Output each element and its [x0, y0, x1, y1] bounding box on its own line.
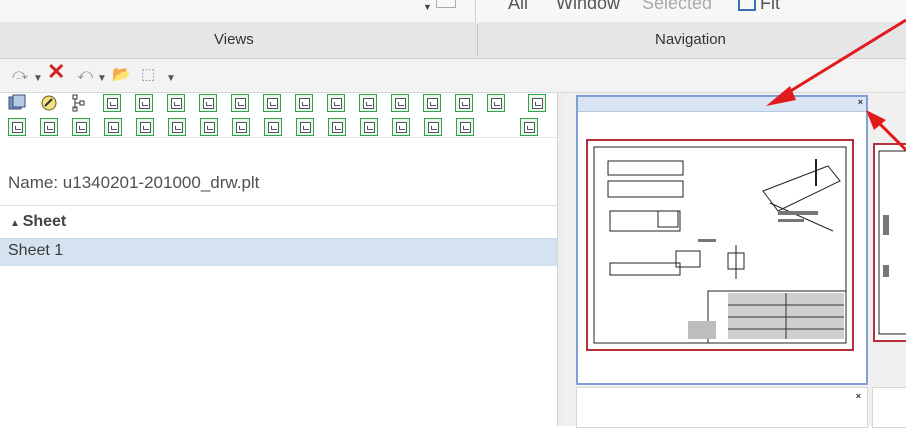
- page-view-icon[interactable]: [327, 94, 345, 112]
- page-view-icon[interactable]: [40, 118, 58, 136]
- page-view-icon[interactable]: [520, 118, 538, 136]
- page-view-icon[interactable]: [423, 94, 441, 112]
- page-view-icon[interactable]: [8, 118, 26, 136]
- tab-views[interactable]: Views: [214, 31, 254, 48]
- page-view-icon[interactable]: [296, 118, 314, 136]
- page-view-icon[interactable]: [168, 118, 186, 136]
- collapse-triangle-icon: ▲: [10, 218, 23, 229]
- page-view-icon[interactable]: [528, 94, 546, 112]
- redo-dropdown-icon[interactable]: ▼: [33, 69, 43, 89]
- page-view-icon[interactable]: [456, 118, 474, 136]
- more-dropdown-icon[interactable]: ▼: [166, 69, 176, 89]
- zoom-selected-button[interactable]: Selected: [642, 0, 712, 14]
- redo-icon[interactable]: ⤼: [12, 65, 28, 85]
- page-view-icon[interactable]: [232, 118, 250, 136]
- fit-icon: [738, 0, 756, 11]
- navigation-thumbnail-4[interactable]: [872, 387, 906, 428]
- page-view-icon[interactable]: [167, 94, 185, 112]
- page-view-icon[interactable]: [104, 118, 122, 136]
- page-view-icon[interactable]: [263, 94, 281, 112]
- select-icon[interactable]: ⬚: [141, 65, 155, 85]
- view-ribbon-strip: ▼ All Window Selected Fit: [0, 0, 906, 23]
- sheet-header-label: Sheet: [22, 213, 67, 230]
- page-view-icon[interactable]: [72, 118, 90, 136]
- sheet-item-label: Sheet 1: [8, 242, 64, 259]
- drawing-preview-graphic-2: [878, 150, 906, 335]
- page-view-icon[interactable]: [391, 94, 409, 112]
- navigation-thumbnail-active[interactable]: ×: [576, 95, 868, 385]
- view-name-label: Name: u1340201-201000_drw.plt: [8, 173, 260, 192]
- undo-dropdown-icon[interactable]: ▼: [97, 69, 107, 89]
- ribbon-divider: [475, 0, 476, 22]
- navigation-panel: × ×: [564, 93, 906, 428]
- list-item-sheet-1[interactable]: Sheet 1: [0, 238, 557, 266]
- page-view-icon[interactable]: [487, 94, 505, 112]
- page-view-icon[interactable]: [295, 94, 313, 112]
- icon-grid-divider: [8, 137, 557, 138]
- zoom-all-button[interactable]: All: [508, 0, 528, 14]
- page-view-icon[interactable]: [135, 94, 153, 112]
- tab-navigation[interactable]: Navigation: [655, 31, 726, 48]
- tree-view-icon[interactable]: [71, 94, 89, 112]
- page-view-icon[interactable]: [103, 94, 121, 112]
- drawing-sheet-preview: [586, 139, 854, 351]
- page-view-icon[interactable]: [264, 118, 282, 136]
- page-view-icon[interactable]: [392, 118, 410, 136]
- tab-divider: [477, 24, 478, 56]
- page-view-icon[interactable]: [231, 94, 249, 112]
- page-view-icon[interactable]: [136, 118, 154, 136]
- open-folder-icon[interactable]: 📂: [112, 65, 131, 85]
- view-manager-icon[interactable]: [8, 94, 26, 112]
- views-toolbar: ⤼ ▼ ✕ ⤺ ▼ 📂 ⬚ ▼: [0, 59, 906, 93]
- navigation-thumbnail-2[interactable]: [873, 143, 906, 342]
- edit-view-icon[interactable]: [40, 94, 58, 112]
- close-icon[interactable]: ×: [856, 391, 861, 401]
- close-icon[interactable]: ×: [858, 97, 863, 107]
- grid-icon[interactable]: [436, 0, 456, 8]
- page-view-icon[interactable]: [360, 118, 378, 136]
- delete-icon[interactable]: ✕: [47, 61, 65, 83]
- views-panel: Name: u1340201-201000_drw.plt ▲ Sheet Sh…: [0, 93, 557, 426]
- page-view-icon[interactable]: [328, 118, 346, 136]
- ribbon-dropdown-icon[interactable]: ▼: [423, 2, 432, 12]
- navigation-thumbnail-3[interactable]: ×: [576, 387, 868, 428]
- sheet-group-header[interactable]: ▲ Sheet: [0, 205, 557, 238]
- page-view-icon[interactable]: [455, 94, 473, 112]
- panel-tabs: Views Navigation: [0, 22, 906, 59]
- undo-icon[interactable]: ⤺: [77, 65, 93, 85]
- zoom-fit-button[interactable]: Fit: [760, 0, 780, 14]
- thumbnail-titlebar[interactable]: ×: [578, 97, 866, 112]
- zoom-window-button[interactable]: Window: [556, 0, 620, 14]
- view-icon-row-1: [8, 93, 557, 115]
- page-view-icon[interactable]: [424, 118, 442, 136]
- drawing-preview-graphic: [593, 146, 847, 344]
- page-view-icon[interactable]: [359, 94, 377, 112]
- page-view-icon[interactable]: [200, 118, 218, 136]
- page-view-icon[interactable]: [199, 94, 217, 112]
- view-icon-row-2: [8, 117, 557, 139]
